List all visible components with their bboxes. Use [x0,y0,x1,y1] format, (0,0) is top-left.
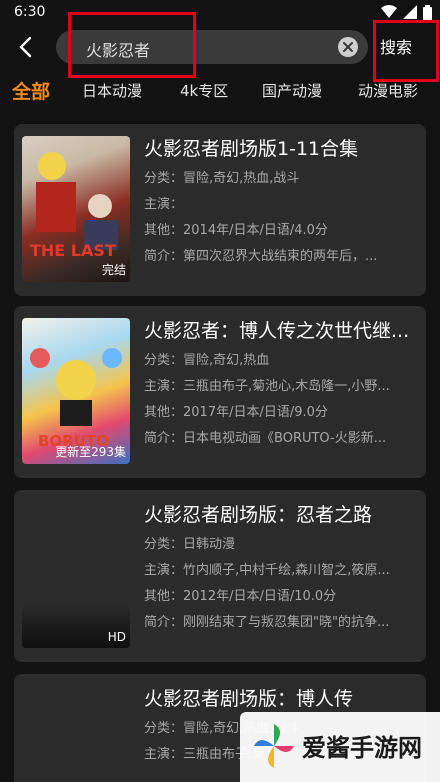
other-label: 其他： [144,589,184,604]
result-intro: 简介：日本电视动画《BORUTO-火影新... [144,430,420,448]
result-genre: 分类：冒险,奇幻,热血,战斗 [144,170,420,188]
intro-value: 第四次忍界大战结束的两年后，... [183,249,378,264]
genre-label: 分类： [144,171,184,186]
poster-badge: 更新至293集 [55,445,126,459]
poster-image: THE LAST 完结 [22,136,130,282]
close-icon [343,42,353,52]
intro-label: 简介： [144,249,184,264]
cast-label: 主演： [144,747,184,762]
tab-anime-movies[interactable]: 动漫电影 [358,80,418,101]
result-title: 火影忍者剧场版1-11合集 [144,138,359,160]
result-title: 火影忍者剧场版：博人传 [144,688,354,710]
result-genre: 分类：冒险,奇幻,热血 [144,352,420,370]
poster-image: BORUTO 更新至293集 [22,318,130,464]
tab-all[interactable]: 全部 [12,77,50,104]
result-genre: 分类：日韩动漫 [144,536,420,554]
cast-label: 主演： [144,379,184,394]
poster-image: HD [22,502,130,648]
result-other: 其他：2012年/日本/日语/10.0分 [144,588,420,606]
genre-value: 日韩动漫 [183,537,236,552]
intro-value: 日本电视动画《BORUTO-火影新... [183,431,387,446]
genre-value: 冒险,奇幻,热血 [183,353,270,368]
cast-value: 竹内顺子,中村千绘,森川智之,筱原... [183,563,390,578]
intro-label: 简介： [144,615,184,630]
intro-label: 简介： [144,431,184,446]
result-info: 火影忍者：博人传之次世代继... 分类：冒险,奇幻,热血 主演：三瓶由布子,菊池… [144,318,420,448]
other-label: 其他： [144,223,184,238]
result-card[interactable]: HD 火影忍者剧场版：忍者之路 分类：日韩动漫 主演：竹内顺子,中村千绘,森川智… [14,490,426,662]
cast-value: 三瓶由布子,菊池心,木岛隆一,小野... [183,379,390,394]
pinwheel-icon [254,724,294,768]
genre-label: 分类： [144,721,184,736]
wifi-icon [381,5,397,18]
cast-label: 主演： [144,563,184,578]
poster-badge: 完结 [101,263,126,277]
other-value: 2017年/日本/日语/9.0分 [183,405,328,420]
result-info: 火影忍者剧场版1-11合集 分类：冒险,奇幻,热血,战斗 主演： 其他：2014… [144,136,420,266]
result-other: 其他：2017年/日本/日语/9.0分 [144,404,420,422]
genre-label: 分类： [144,537,184,552]
result-intro: 简介：第四次忍界大战结束的两年后，... [144,248,420,266]
chevron-left-icon [19,36,32,58]
other-value: 2012年/日本/日语/10.0分 [183,589,337,604]
tab-domestic-anime[interactable]: 国产动漫 [262,80,322,101]
result-title: 火影忍者：博人传之次世代继... [144,320,410,342]
other-label: 其他： [144,405,184,420]
status-icons [381,4,432,20]
cast-label: 主演： [144,197,184,212]
poster-image [22,686,130,782]
result-cast: 主演：竹内顺子,中村千绘,森川智之,筱原... [144,562,420,580]
result-cast: 主演： [144,196,420,214]
tab-4k[interactable]: 4k专区 [180,80,228,101]
genre-value: 冒险,奇幻,热血,战斗 [183,171,300,186]
result-info: 火影忍者剧场版：忍者之路 分类：日韩动漫 主演：竹内顺子,中村千绘,森川智之,筱… [144,502,420,632]
genre-label: 分类： [144,353,184,368]
svg-text:THE LAST: THE LAST [30,241,116,260]
intro-value: 刚刚结束了与叛忍集团"晓"的抗争... [183,615,390,630]
status-time: 6:30 [14,4,46,20]
result-title: 火影忍者剧场版：忍者之路 [144,504,373,526]
battery-icon [423,4,432,20]
result-card[interactable]: BORUTO 更新至293集 火影忍者：博人传之次世代继... 分类：冒险,奇幻… [14,306,426,478]
clear-search-button[interactable] [338,37,358,57]
result-cast: 主演：三瓶由布子,菊池心,木岛隆一,小野... [144,378,420,396]
result-other: 其他：2014年/日本/日语/4.0分 [144,222,420,240]
search-highlight-box [68,12,196,78]
signal-icon [403,5,417,19]
category-tabs: 全部 日本动漫 4k专区 国产动漫 动漫电影 [0,72,440,108]
back-button[interactable] [10,32,40,62]
poster-badge: HD [107,630,126,644]
result-card[interactable]: THE LAST 完结 火影忍者剧场版1-11合集 分类：冒险,奇幻,热血,战斗… [14,124,426,296]
watermark-text: 爱酱手游网 [302,734,422,762]
result-intro: 简介：刚刚结束了与叛忍集团"晓"的抗争... [144,614,420,632]
other-value: 2014年/日本/日语/4.0分 [183,223,328,238]
tab-japanese-anime[interactable]: 日本动漫 [82,80,142,101]
watermark-logo: 爱酱手游网 [240,712,440,782]
